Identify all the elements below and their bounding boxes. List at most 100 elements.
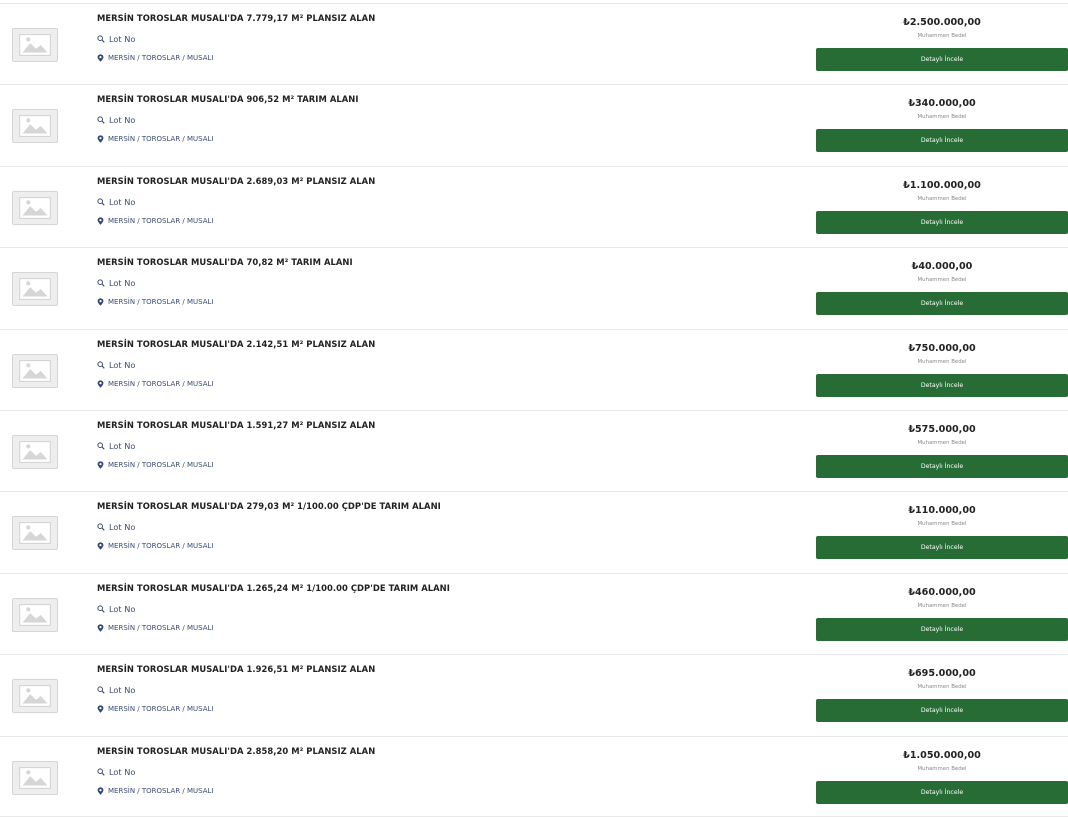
image-placeholder-icon[interactable] <box>12 28 58 62</box>
search-icon <box>97 35 105 43</box>
location-text: MERSİN / TOROSLAR / MUSALI <box>108 786 214 795</box>
listing-item-10: MERSİN TOROSLAR MUSALI'DA 2.858,20 M² PL… <box>0 735 1068 817</box>
listing-location: MERSİN / TOROSLAR / MUSALI <box>97 217 214 225</box>
price-label: Muhammen Bedel <box>917 439 967 446</box>
price-label: Muhammen Bedel <box>917 521 967 528</box>
location-text: MERSİN / TOROSLAR / MUSALI <box>108 542 214 551</box>
listing-title[interactable]: MERSİN TOROSLAR MUSALI'DA 2.689,03 M² PL… <box>97 176 375 186</box>
lot-label: Lot No <box>109 34 136 44</box>
search-icon <box>97 279 105 287</box>
detail-button[interactable]: Detaylı İncele <box>816 210 1068 234</box>
map-pin-icon <box>97 624 104 632</box>
price-value: ₺40.000,00 <box>911 261 973 273</box>
listing-item-7: MERSİN TOROSLAR MUSALI'DA 279,03 M² 1/10… <box>0 491 1068 572</box>
image-placeholder-icon[interactable] <box>12 760 58 795</box>
detail-button[interactable]: Detaylı İncele <box>816 617 1068 641</box>
lot-number: Lot No <box>97 278 135 288</box>
detail-button[interactable]: Detaylı İncele <box>816 373 1068 397</box>
listing-location: MERSİN / TOROSLAR / MUSALI <box>97 298 214 306</box>
image-placeholder-icon[interactable] <box>12 516 58 551</box>
lot-label: Lot No <box>109 522 136 533</box>
price-value: ₺340.000,00 <box>908 98 976 110</box>
lot-label: Lot No <box>109 766 136 777</box>
search-icon <box>97 442 105 450</box>
image-placeholder-icon[interactable] <box>12 190 58 225</box>
listing-title[interactable]: MERSİN TOROSLAR MUSALI'DA 2.142,51 M² PL… <box>97 339 375 349</box>
image-placeholder-icon[interactable] <box>12 272 58 307</box>
image-placeholder-icon[interactable] <box>12 109 58 144</box>
listing-title[interactable]: MERSİN TOROSLAR MUSALI'DA 2.858,20 M² PL… <box>97 746 375 756</box>
detail-button[interactable]: Detaylı İncele <box>816 536 1068 560</box>
image-placeholder-icon[interactable] <box>12 597 58 632</box>
detail-button[interactable]: Detaylı İncele <box>816 454 1068 478</box>
map-pin-icon <box>97 705 104 713</box>
price-label: Muhammen Bedel <box>917 114 967 121</box>
price-value: ₺575.000,00 <box>908 423 976 435</box>
listing-item-9: MERSİN TOROSLAR MUSALI'DA 1.926,51 M² PL… <box>0 654 1068 735</box>
price-value: ₺460.000,00 <box>908 586 976 598</box>
lot-number: Lot No <box>97 685 135 695</box>
price-label: Muhammen Bedel <box>917 277 967 284</box>
location-text: MERSİN / TOROSLAR / MUSALI <box>108 216 214 225</box>
price-value: ₺1.050.000,00 <box>903 749 981 761</box>
listing-title[interactable]: MERSİN TOROSLAR MUSALI'DA 906,52 M² TARI… <box>97 94 359 104</box>
listing-location: MERSİN / TOROSLAR / MUSALI <box>97 54 214 62</box>
search-icon <box>97 767 105 776</box>
price-value: ₺695.000,00 <box>908 668 976 680</box>
price-label: Muhammen Bedel <box>917 765 967 772</box>
lot-label: Lot No <box>109 115 136 126</box>
listing-location: MERSİN / TOROSLAR / MUSALI <box>97 380 214 388</box>
lot-number: Lot No <box>97 34 135 44</box>
listing-location: MERSİN / TOROSLAR / MUSALI <box>97 705 214 713</box>
image-placeholder-icon[interactable] <box>12 353 58 388</box>
map-pin-icon <box>97 54 104 62</box>
map-pin-icon <box>97 135 104 144</box>
listing-item-8: MERSİN TOROSLAR MUSALI'DA 1.265,24 M² 1/… <box>0 572 1068 654</box>
listing-list: MERSİN TOROSLAR MUSALI'DA 7.779,17 M² PL… <box>0 3 1068 817</box>
lot-number: Lot No <box>97 197 135 207</box>
price-label: Muhammen Bedel <box>917 602 967 609</box>
location-text: MERSİN / TOROSLAR / MUSALI <box>108 460 214 469</box>
listing-title[interactable]: MERSİN TOROSLAR MUSALI'DA 70,82 M² TARIM… <box>97 257 353 267</box>
map-pin-icon <box>97 217 104 225</box>
listing-item-3: MERSİN TOROSLAR MUSALI'DA 2.689,03 M² PL… <box>0 165 1068 247</box>
map-pin-icon <box>97 786 104 795</box>
search-icon <box>97 360 105 369</box>
location-text: MERSİN / TOROSLAR / MUSALI <box>108 705 214 714</box>
listing-item-2: MERSİN TOROSLAR MUSALI'DA 906,52 M² TARI… <box>0 84 1068 165</box>
lot-number: Lot No <box>97 767 135 777</box>
image-placeholder-icon[interactable] <box>12 679 58 714</box>
map-pin-icon <box>97 379 104 388</box>
listing-item-6: MERSİN TOROSLAR MUSALI'DA 1.591,27 M² PL… <box>0 409 1068 491</box>
price-value: ₺750.000,00 <box>908 342 976 354</box>
map-pin-icon <box>97 542 104 551</box>
listing-title[interactable]: MERSİN TOROSLAR MUSALI'DA 7.779,17 M² PL… <box>97 13 375 23</box>
lot-label: Lot No <box>109 196 136 207</box>
search-icon <box>97 523 105 532</box>
image-placeholder-icon[interactable] <box>12 434 58 469</box>
detail-button[interactable]: Detaylı İncele <box>816 129 1068 153</box>
map-pin-icon <box>97 461 104 469</box>
price-value: ₺110.000,00 <box>908 505 976 517</box>
map-pin-icon <box>97 298 104 306</box>
lot-number: Lot No <box>97 360 135 370</box>
location-text: MERSİN / TOROSLAR / MUSALI <box>108 54 214 62</box>
listing-location: MERSİN / TOROSLAR / MUSALI <box>97 542 214 550</box>
lot-number: Lot No <box>97 441 135 451</box>
detail-button[interactable]: Detaylı İncele <box>816 780 1068 804</box>
listing-title[interactable]: MERSİN TOROSLAR MUSALI'DA 1.926,51 M² PL… <box>97 664 375 674</box>
location-text: MERSİN / TOROSLAR / MUSALI <box>108 135 214 144</box>
detail-button[interactable]: Detaylı İncele <box>816 292 1068 316</box>
lot-number: Lot No <box>97 604 135 614</box>
detail-button[interactable]: Detaylı İncele <box>816 699 1068 723</box>
search-icon <box>97 198 105 206</box>
listing-title[interactable]: MERSİN TOROSLAR MUSALI'DA 279,03 M² 1/10… <box>97 501 441 511</box>
listing-title[interactable]: MERSİN TOROSLAR MUSALI'DA 1.591,27 M² PL… <box>97 420 375 430</box>
location-text: MERSİN / TOROSLAR / MUSALI <box>108 379 214 388</box>
detail-button[interactable]: Detaylı İncele <box>816 48 1068 71</box>
lot-number: Lot No <box>97 115 135 125</box>
lot-label: Lot No <box>109 685 136 696</box>
lot-label: Lot No <box>109 278 136 289</box>
lot-label: Lot No <box>109 440 136 451</box>
listing-title[interactable]: MERSİN TOROSLAR MUSALI'DA 1.265,24 M² 1/… <box>97 583 450 593</box>
